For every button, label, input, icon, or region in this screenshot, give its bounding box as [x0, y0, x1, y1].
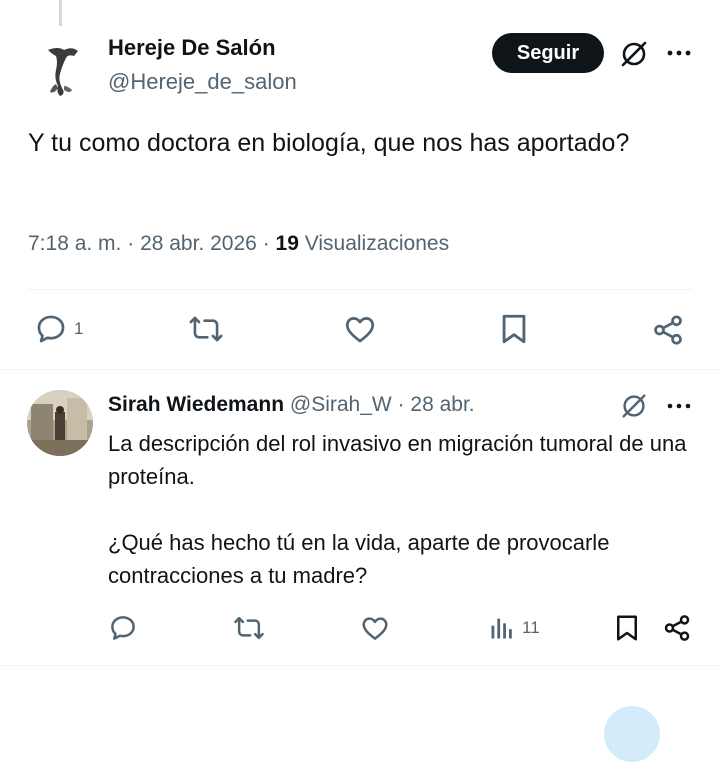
retweet-icon: [188, 312, 224, 346]
reply-icon: [34, 312, 68, 346]
divider: [0, 369, 720, 370]
grok-icon[interactable]: [619, 391, 649, 421]
heart-icon: [360, 613, 390, 643]
heart-icon: [343, 312, 377, 346]
author-name[interactable]: Hereje De Salón: [108, 35, 276, 61]
bookmark-icon: [498, 312, 530, 346]
analytics-icon: [488, 614, 516, 642]
reply-icon: [108, 613, 138, 643]
meta-separator: ·: [397, 393, 405, 416]
bookmark-button[interactable]: [613, 613, 641, 643]
reply-author-name[interactable]: Sirah Wiedemann: [108, 393, 284, 416]
reply-text: La descripción del rol invasivo en migra…: [108, 427, 708, 592]
author-avatar[interactable]: [28, 36, 96, 104]
share-button[interactable]: [662, 613, 692, 643]
avatar-photo: [27, 390, 93, 456]
author-handle[interactable]: @Hereje_de_salon: [108, 69, 297, 95]
divider: [28, 289, 692, 290]
retweet-button[interactable]: [188, 312, 224, 346]
views-label: Visualizaciones: [304, 232, 450, 255]
grok-icon[interactable]: [618, 38, 650, 70]
thread-connector-line: [59, 0, 62, 26]
compose-fab[interactable]: [604, 706, 660, 762]
views-count: 11: [522, 618, 540, 637]
views-button[interactable]: 11: [488, 614, 540, 642]
more-options-icon[interactable]: [664, 391, 694, 421]
share-icon: [651, 313, 685, 347]
tweet-text: Y tu como doctora en biología, que nos h…: [28, 129, 630, 157]
reply-header: Sirah Wiedemann @Sirah_W · 28 abr.: [108, 393, 475, 417]
like-button[interactable]: [343, 312, 377, 346]
follow-button[interactable]: Seguir: [492, 33, 604, 73]
views-count: 19: [275, 232, 299, 255]
reply-button[interactable]: [108, 613, 138, 643]
more-options-icon[interactable]: [664, 38, 694, 68]
retweet-icon: [233, 613, 265, 643]
bookmark-icon: [613, 613, 641, 643]
like-button[interactable]: [360, 613, 390, 643]
divider: [0, 665, 720, 666]
reply-paragraph: La descripción del rol invasivo en migra…: [108, 431, 687, 489]
avatar-illustration: [28, 36, 96, 104]
reply-paragraph: ¿Qué has hecho tú en la vida, aparte de …: [108, 530, 610, 588]
tweet-time[interactable]: 7:18 a. m.: [28, 232, 121, 255]
reply-button[interactable]: 1: [34, 312, 83, 346]
tweet-date[interactable]: 28 abr. 2026: [140, 232, 257, 255]
share-button[interactable]: [651, 313, 685, 347]
meta-separator: ·: [262, 232, 276, 255]
bookmark-button[interactable]: [498, 312, 530, 346]
meta-separator: ·: [127, 232, 141, 255]
reply-count: 1: [74, 319, 84, 338]
reply-author-handle[interactable]: @Sirah_W: [290, 393, 392, 416]
share-icon: [662, 613, 692, 643]
reply-date[interactable]: 28 abr.: [410, 393, 474, 416]
reply-author-avatar[interactable]: [27, 390, 93, 456]
retweet-button[interactable]: [233, 613, 265, 643]
tweet-metadata: 7:18 a. m. · 28 abr. 2026 · 19 Visualiza…: [28, 232, 449, 256]
